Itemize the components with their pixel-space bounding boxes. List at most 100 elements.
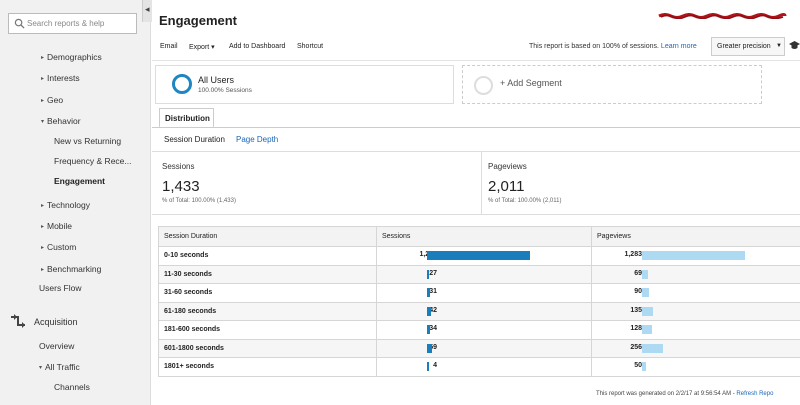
column-header-sessions[interactable]: Sessions <box>376 226 592 247</box>
cell-duration: 181-600 seconds <box>158 320 377 340</box>
sessions-bar <box>427 325 430 334</box>
sidebar-item-users-flow[interactable]: Users Flow <box>39 283 82 293</box>
pageviews-bar <box>642 306 653 316</box>
sidebar-item-geo[interactable]: ▸ Geo <box>41 95 63 105</box>
learn-more-link[interactable]: Learn more <box>661 43 697 50</box>
graduation-cap-icon[interactable] <box>789 41 800 50</box>
refresh-report-link[interactable]: Refresh Repo <box>736 391 773 397</box>
column-header-pageviews[interactable]: Pageviews <box>591 226 800 247</box>
pageviews-bar <box>642 325 653 334</box>
sidebar-item-mobile[interactable]: ▸ Mobile <box>41 221 72 231</box>
sidebar: ▸Demographics ▸Interests ▸Geo ▾Behavior … <box>0 0 151 405</box>
table-row: 11-30 seconds 27 69 <box>158 264 800 284</box>
search-icon <box>14 18 25 29</box>
cell-duration: 601-1800 seconds <box>158 338 377 358</box>
pageviews-bar <box>642 251 745 260</box>
table-row: 181-600 seconds 34 128 <box>158 320 800 340</box>
sidebar-item-channels[interactable]: Channels <box>54 382 90 392</box>
email-button[interactable]: Email <box>160 43 178 50</box>
summary-pageviews: Pageviews 2,011 % of Total: 100.00% (2,0… <box>485 152 800 214</box>
header-divider <box>152 60 800 61</box>
sidebar-item-new-vs-returning[interactable]: New vs Returning <box>54 136 121 146</box>
sidebar-item-demographics[interactable]: ▸ Demographics <box>41 52 102 62</box>
summary-pageviews-label: Pageviews <box>488 162 527 171</box>
table-row: 601-1800 seconds 59 256 <box>158 338 800 358</box>
summary-pageviews-total: % of Total: 100.00% (2,011) <box>488 198 562 204</box>
page-title: Engagement <box>159 13 238 28</box>
add-segment-button[interactable]: + Add Segment <box>462 65 762 104</box>
cell-sessions: 1,236 <box>376 246 592 266</box>
pageviews-value: 50 <box>634 362 642 369</box>
sidebar-item-custom[interactable]: ▸ Custom <box>41 242 76 252</box>
summary-sessions: Sessions 1,433 % of Total: 100.00% (1,43… <box>159 152 482 214</box>
cell-duration: 0-10 seconds <box>158 246 377 266</box>
table-row: 1801+ seconds 4 50 <box>158 357 800 377</box>
pageviews-value: 135 <box>630 306 642 314</box>
cell-duration: 31-60 seconds <box>158 283 377 303</box>
table-row: 31-60 seconds 31 90 <box>158 283 800 303</box>
subtab-page-depth[interactable]: Page Depth <box>236 135 278 144</box>
pageviews-bar <box>642 343 663 353</box>
sessions-bar <box>427 343 432 353</box>
sidebar-item-overview[interactable]: Overview <box>39 341 74 351</box>
search-input[interactable] <box>27 16 135 31</box>
cell-pageviews: 69 <box>591 264 800 284</box>
sidebar-item-frequency[interactable]: Frequency & Rece... <box>54 156 131 166</box>
table-header-row: Session Duration Sessions Pageviews <box>158 226 800 247</box>
subtab-session-duration[interactable]: Session Duration <box>164 135 225 144</box>
segment-subtext: 100.00% Sessions <box>198 87 252 94</box>
cell-pageviews: 90 <box>591 283 800 303</box>
segment-ring-icon <box>172 74 192 94</box>
add-to-dashboard-button[interactable]: Add to Dashboard <box>229 43 285 50</box>
cell-duration: 1801+ seconds <box>158 357 377 377</box>
pageviews-bar <box>642 362 646 371</box>
cell-duration: 11-30 seconds <box>158 264 377 284</box>
sidebar-item-engagement[interactable]: Engagement <box>54 176 105 186</box>
cell-pageviews: 128 <box>591 320 800 340</box>
pageviews-value: 69 <box>634 269 642 277</box>
distribution-table: Session Duration Sessions Pageviews 0-10… <box>158 226 800 377</box>
sidebar-item-all-traffic[interactable]: ▾ All Traffic <box>39 362 80 372</box>
segment-all-users[interactable]: All Users 100.00% Sessions <box>155 65 454 104</box>
sidebar-item-benchmarking[interactable]: ▸ Benchmarking <box>41 264 101 274</box>
precision-select[interactable]: Greater precision ▼ <box>711 37 785 56</box>
sidebar-item-acquisition[interactable]: Acquisition <box>34 317 78 327</box>
cell-pageviews: 1,283 <box>591 246 800 266</box>
empty-segment-ring-icon <box>474 76 493 95</box>
cell-sessions: 59 <box>376 338 592 358</box>
cell-duration: 61-180 seconds <box>158 301 377 321</box>
cell-sessions: 27 <box>376 264 592 284</box>
table-row: 61-180 seconds 42 135 <box>158 301 800 321</box>
sidebar-item-interests[interactable]: ▸ Interests <box>41 73 80 83</box>
pageviews-value: 256 <box>630 343 642 351</box>
sessions-bar <box>427 251 530 260</box>
pageviews-value: 1,283 <box>624 251 642 258</box>
pageviews-bar <box>642 269 648 279</box>
summary-sessions-label: Sessions <box>162 162 195 171</box>
export-button[interactable]: Export ▾ <box>189 43 215 51</box>
cell-sessions: 4 <box>376 357 592 377</box>
segment-name: All Users <box>198 75 235 85</box>
cell-sessions: 31 <box>376 283 592 303</box>
collapse-sidebar-button[interactable]: ◂ <box>142 0 152 22</box>
pageviews-bar <box>642 288 650 297</box>
sidebar-item-technology[interactable]: ▸ Technology <box>41 200 90 210</box>
summary-divider <box>152 214 800 215</box>
acquisition-icon <box>11 314 25 328</box>
sidebar-item-behavior[interactable]: ▾ Behavior <box>41 116 81 126</box>
tab-distribution[interactable]: Distribution <box>159 108 214 128</box>
shortcut-button[interactable]: Shortcut <box>297 43 323 50</box>
tab-divider <box>152 127 800 128</box>
chevron-left-icon: ◂ <box>145 4 150 14</box>
cell-sessions: 42 <box>376 301 592 321</box>
column-header-duration[interactable]: Session Duration <box>158 226 377 247</box>
summary-sessions-total: % of Total: 100.00% (1,433) <box>162 198 236 204</box>
search-box[interactable] <box>8 13 137 34</box>
cell-pageviews: 50 <box>591 357 800 377</box>
cell-pageviews: 135 <box>591 301 800 321</box>
cell-pageviews: 256 <box>591 338 800 358</box>
sessions-bar <box>427 362 429 371</box>
add-segment-label: + Add Segment <box>500 78 562 88</box>
pageviews-value: 128 <box>630 325 642 332</box>
redacted-account <box>658 13 787 19</box>
